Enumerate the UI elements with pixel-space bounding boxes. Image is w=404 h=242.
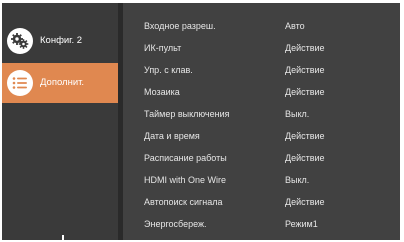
setting-value: Режим1 [285, 219, 318, 229]
setting-name: Расписание работы [144, 153, 227, 163]
sidebar-item-config2[interactable]: Конфиг. 2 [2, 21, 118, 61]
setting-value: Действие [285, 197, 325, 207]
setting-value: Действие [285, 131, 325, 141]
settings-row-tiling[interactable]: Мозаика Действие [123, 82, 400, 103]
setting-name: Входное разреш. [144, 21, 216, 31]
settings-row-date-time[interactable]: Дата и время Действие [123, 126, 400, 147]
osd-menu: Конфиг. 2 Дополнит. Входное разреш. Авто… [2, 3, 400, 240]
setting-name: Таймер выключения [144, 109, 230, 119]
setting-value: Действие [285, 65, 325, 75]
settings-row-input-resolution[interactable]: Входное разреш. Авто [123, 16, 400, 37]
setting-value: Выкл. [285, 175, 310, 185]
setting-value: Действие [285, 87, 325, 97]
setting-value: Выкл. [285, 109, 310, 119]
settings-row-power-save[interactable]: Энергосбереж. Режим1 [123, 214, 400, 235]
gear-cog-icon [7, 28, 33, 54]
sidebar-item-advanced[interactable]: Дополнит. [2, 63, 118, 103]
setting-name: Упр. с клав. [144, 65, 193, 75]
setting-name: Мозаика [144, 87, 180, 97]
sidebar-item-label: Конфиг. 2 [40, 35, 83, 46]
settings-row-schedule[interactable]: Расписание работы Действие [123, 148, 400, 169]
setting-name: ИК-пульт [144, 43, 182, 53]
settings-row-keypad-control[interactable]: Упр. с клав. Действие [123, 60, 400, 81]
settings-row-ir-remote[interactable]: ИК-пульт Действие [123, 38, 400, 59]
settings-row-auto-signal-detection[interactable]: Автопоиск сигнала Действие [123, 192, 400, 213]
setting-value: Действие [285, 43, 325, 53]
settings-row-hdmi-one-wire[interactable]: HDMI with One Wire Выкл. [123, 170, 400, 191]
sidebar-item-label: Дополнит. [40, 77, 85, 88]
setting-name: Автопоиск сигнала [144, 197, 223, 207]
setting-value: Действие [285, 153, 325, 163]
settings-row-off-timer[interactable]: Таймер выключения Выкл. [123, 104, 400, 125]
setting-name: Дата и время [144, 131, 200, 141]
setting-name: HDMI with One Wire [144, 175, 227, 185]
scroll-indicator [62, 235, 64, 240]
list-icon [7, 70, 33, 96]
sidebar: Конфиг. 2 Дополнит. [2, 3, 118, 240]
setting-name: Энергосбереж. [144, 219, 207, 229]
screen-frame: Конфиг. 2 Дополнит. Входное разреш. Авто… [0, 0, 404, 242]
settings-list: Входное разреш. Авто ИК-пульт Действие У… [123, 3, 400, 240]
setting-value: Авто [285, 21, 305, 31]
